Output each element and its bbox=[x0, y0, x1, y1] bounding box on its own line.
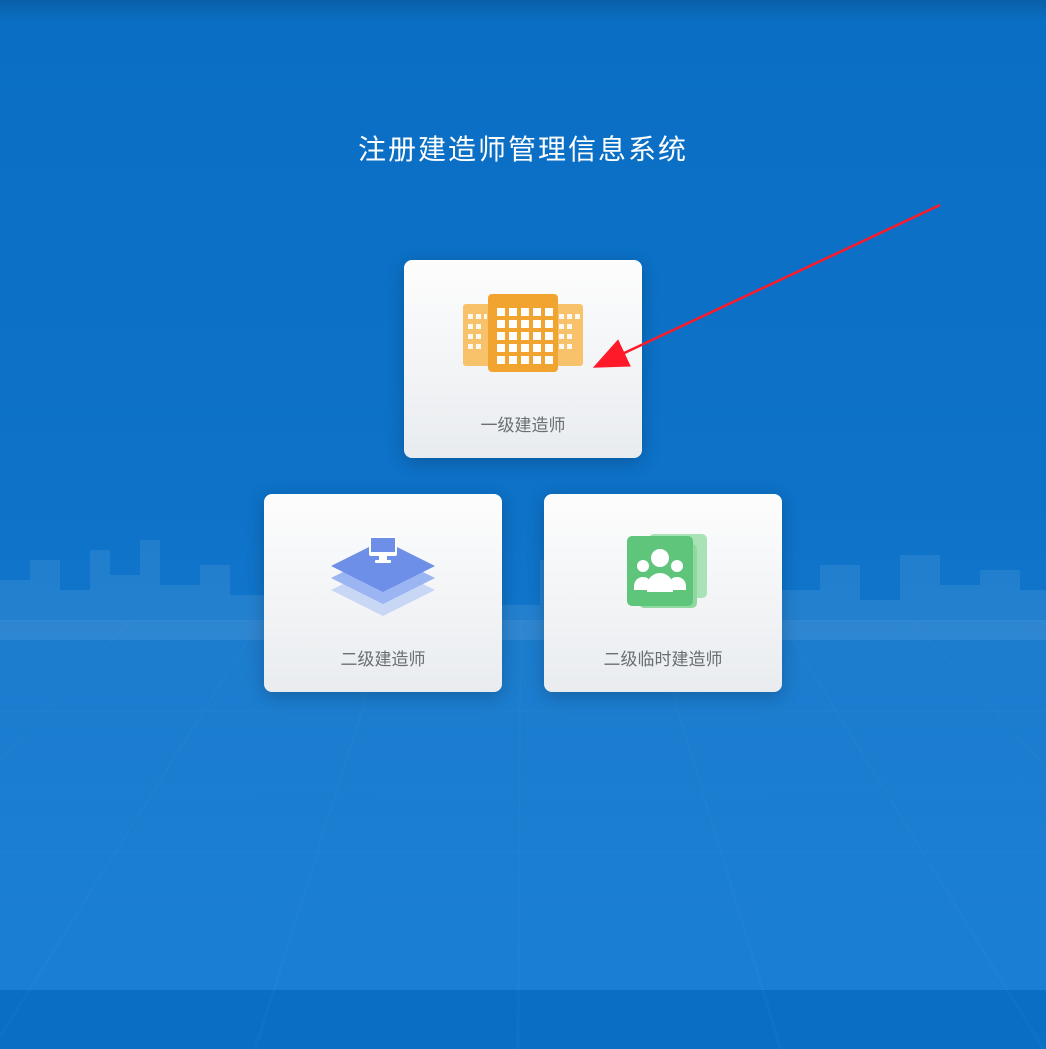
card-level-2-temp-builder[interactable]: 二级临时建造师 bbox=[544, 494, 782, 692]
card-row-1: 一级建造师 bbox=[404, 260, 642, 458]
card-icon-wrap bbox=[544, 494, 782, 645]
layers-monitor-icon bbox=[313, 520, 453, 620]
card-level-2-builder[interactable]: 二级建造师 bbox=[264, 494, 502, 692]
card-icon-wrap bbox=[404, 260, 642, 411]
people-icon bbox=[593, 520, 733, 620]
card-icon-wrap bbox=[264, 494, 502, 645]
card-row-2: 二级建造师 二级临时建造师 bbox=[264, 494, 782, 692]
header-band bbox=[0, 0, 1046, 22]
card-label: 二级临时建造师 bbox=[604, 645, 723, 692]
card-label: 二级建造师 bbox=[341, 645, 426, 692]
card-level-1-builder[interactable]: 一级建造师 bbox=[404, 260, 642, 458]
card-label: 一级建造师 bbox=[481, 411, 566, 458]
card-container: 一级建造师 bbox=[0, 260, 1046, 692]
page-title: 注册建造师管理信息系统 bbox=[0, 128, 1046, 168]
buildings-icon bbox=[443, 286, 603, 386]
